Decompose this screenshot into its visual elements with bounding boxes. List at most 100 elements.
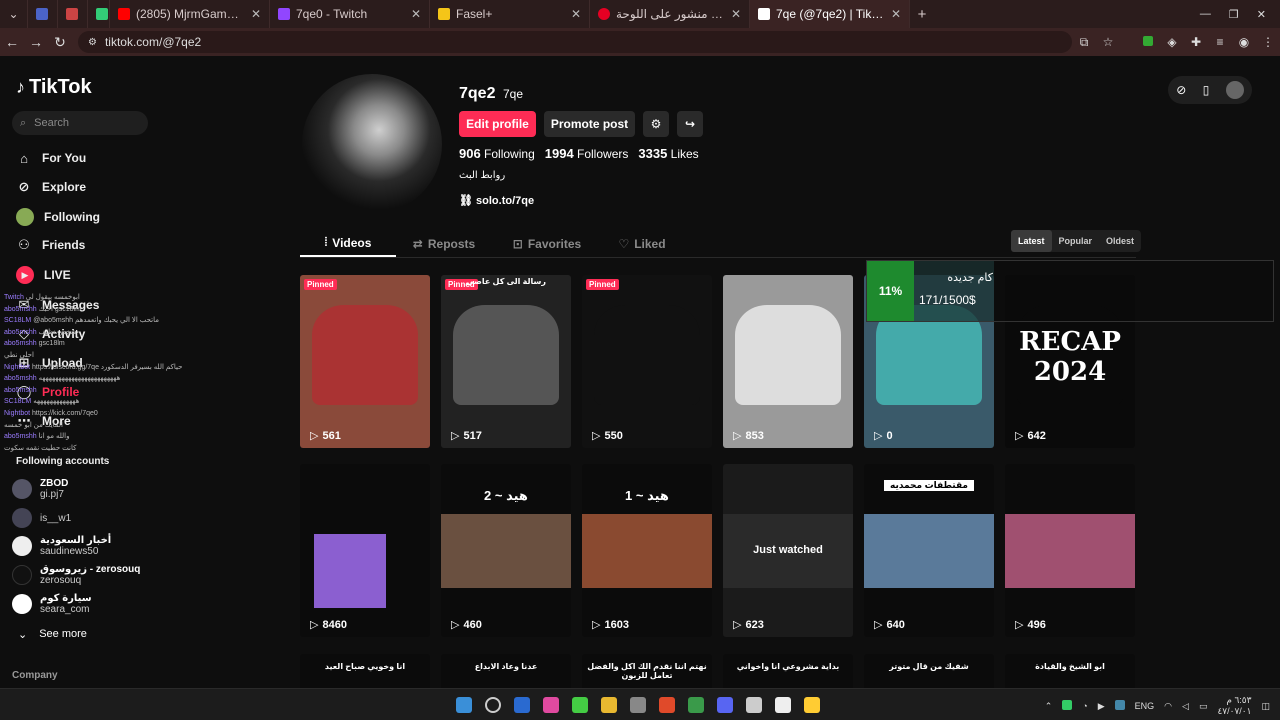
tray-app-icon[interactable]: [1062, 700, 1073, 712]
sort-popular[interactable]: Popular: [1052, 230, 1100, 252]
settings-gear-icon[interactable]: ⚙: [643, 111, 669, 137]
close-icon[interactable]: ✕: [411, 7, 421, 21]
clock[interactable]: ٦:٥٣ م ٤٧/٠٧/٠١: [1217, 695, 1251, 717]
tab-liked[interactable]: ♡ Liked: [602, 230, 682, 257]
sidebar-item-explore[interactable]: ⊘ Explore: [16, 179, 86, 195]
sidebar-item-following[interactable]: Following: [16, 208, 100, 226]
app-icon[interactable]: [572, 697, 588, 713]
menu-dots-icon[interactable]: ⋮: [1256, 35, 1280, 49]
language-indicator[interactable]: ENG: [1135, 701, 1155, 711]
tab-tiktok[interactable]: 7qe (@7qe2) | TikTok ✕: [750, 0, 910, 28]
app-icon[interactable]: [514, 697, 530, 713]
close-icon[interactable]: ✕: [571, 7, 581, 21]
following-account[interactable]: زيروسوق - zerosouq zerosouq: [12, 564, 140, 586]
cast-icon[interactable]: ⧉: [1072, 35, 1096, 50]
battery-icon[interactable]: ▭: [1199, 701, 1208, 712]
chrome-icon[interactable]: [688, 697, 704, 713]
following-stat[interactable]: 906 Following: [459, 146, 535, 161]
avatar[interactable]: [1225, 81, 1244, 99]
video-card[interactable]: انا وخويي صباح العيد: [300, 654, 430, 688]
pinned-tab[interactable]: [88, 0, 110, 28]
brave-icon[interactable]: [659, 697, 675, 713]
tab-fasel[interactable]: Fasel+ ✕: [430, 0, 590, 28]
forward-icon[interactable]: →: [24, 34, 48, 50]
app-icon[interactable]: [804, 697, 820, 713]
compass-icon[interactable]: ⊘: [1176, 83, 1186, 97]
tray-chevron-icon[interactable]: ⌃: [1045, 701, 1053, 712]
following-account[interactable]: سيارة كوم seara_com: [12, 593, 92, 615]
video-card[interactable]: هيد ~ 1 ▷ 1603: [582, 464, 712, 637]
close-window-icon[interactable]: ✕: [1257, 8, 1266, 21]
close-icon[interactable]: ✕: [731, 7, 741, 21]
video-card[interactable]: هيد ~ 2 ▷ 460: [441, 464, 571, 637]
back-icon[interactable]: ←: [0, 34, 24, 50]
minimize-icon[interactable]: —: [1200, 8, 1211, 21]
settings-icon[interactable]: [630, 697, 646, 713]
video-card[interactable]: ▷ 853: [723, 275, 853, 448]
sort-oldest[interactable]: Oldest: [1099, 230, 1141, 252]
bookmark-star-icon[interactable]: ☆: [1096, 35, 1120, 49]
sidebar-item-friends[interactable]: ⚇ Friends: [16, 237, 85, 253]
tab-reposts[interactable]: ⇄ Reposts: [396, 230, 492, 257]
tab-pinterest[interactable]: منشور على اللوحة Andrei ✕: [590, 0, 750, 28]
profile-avatar-icon[interactable]: ◉: [1232, 35, 1256, 49]
tab-twitch[interactable]: 7qe0 - Twitch ✕: [270, 0, 430, 28]
app-icon[interactable]: [775, 697, 791, 713]
video-card[interactable]: ▷ 496: [1005, 464, 1135, 637]
sort-latest[interactable]: Latest: [1011, 230, 1052, 252]
video-card[interactable]: شفيك من قال متوتر: [864, 654, 994, 688]
close-icon[interactable]: ✕: [891, 7, 901, 21]
tab-menu-button[interactable]: ⌄: [0, 0, 28, 28]
followers-stat[interactable]: 1994 Followers: [545, 146, 629, 161]
promote-post-button[interactable]: Promote post: [544, 111, 635, 137]
new-tab-button[interactable]: +: [910, 0, 934, 28]
app-icon[interactable]: [543, 697, 559, 713]
phone-icon[interactable]: ▯: [1203, 83, 1210, 97]
share-icon[interactable]: ↪: [677, 111, 703, 137]
play-icon[interactable]: ▶: [1098, 701, 1105, 712]
sidebar-item-for-you[interactable]: ⌂ For You: [16, 150, 86, 166]
tab-youtube[interactable]: (2805) MjrmGames - YouTube ✕: [110, 0, 270, 28]
discord-icon[interactable]: [717, 697, 733, 713]
video-card[interactable]: بداية مشروعي انا واخواني: [723, 654, 853, 688]
profile-link[interactable]: ⛓ solo.to/7qe: [459, 194, 534, 207]
reload-icon[interactable]: ↻: [48, 34, 72, 51]
company-link[interactable]: Company: [12, 670, 58, 681]
volume-icon[interactable]: ◁: [1182, 701, 1189, 712]
maximize-icon[interactable]: ❐: [1229, 8, 1239, 21]
extensions-puzzle-icon[interactable]: ✚: [1184, 35, 1208, 49]
reading-list-icon[interactable]: ≡: [1208, 35, 1232, 49]
profile-avatar[interactable]: [302, 74, 442, 214]
video-card[interactable]: مقتطفات محمديه ▷ 640: [864, 464, 994, 637]
file-explorer-icon[interactable]: [601, 697, 617, 713]
edit-profile-button[interactable]: Edit profile: [459, 111, 536, 137]
steam-icon[interactable]: [746, 697, 762, 713]
following-account[interactable]: ZBOD gi.pj7: [12, 478, 68, 500]
search-input[interactable]: ⌕ Search: [12, 111, 148, 135]
tab-videos[interactable]: ⦙ Videos: [300, 230, 396, 257]
video-card[interactable]: Pinned ▷ 550: [582, 275, 712, 448]
sidebar-item-live[interactable]: ▶ LIVE: [16, 266, 71, 284]
following-account[interactable]: أخبار السعودية saudinews50: [12, 535, 111, 557]
video-card[interactable]: ابو الشيخ والقيادة: [1005, 654, 1135, 688]
video-card[interactable]: Pinned ▷ 561: [300, 275, 430, 448]
video-card[interactable]: عدنا وعاد الابداع: [441, 654, 571, 688]
extension-icon[interactable]: [1136, 35, 1160, 49]
video-card[interactable]: Pinned رسالة الى كل عاصي ▷ 517: [441, 275, 571, 448]
wifi-icon[interactable]: ◠: [1164, 701, 1172, 712]
notification-icon[interactable]: ◫: [1261, 701, 1270, 712]
tiktok-logo[interactable]: ♪ TikTok: [16, 76, 92, 99]
network-icon[interactable]: ◔: [1082, 701, 1087, 711]
url-field[interactable]: ⚙ tiktok.com/@7qe2: [78, 31, 1072, 53]
following-account[interactable]: is__w1: [12, 508, 71, 528]
pinned-tab[interactable]: [58, 0, 88, 28]
see-more-button[interactable]: ⌄ See more: [18, 628, 87, 641]
close-icon[interactable]: ✕: [251, 7, 261, 21]
tray-app-icon[interactable]: [1114, 700, 1125, 712]
shield-icon[interactable]: ◈: [1160, 35, 1184, 49]
video-card[interactable]: نهتم اننا نقدم الك اكل والفضل تعامل للزب…: [582, 654, 712, 688]
search-icon[interactable]: [485, 697, 501, 713]
site-info-icon[interactable]: ⚙: [88, 37, 97, 48]
video-card[interactable]: ▷ 8460: [300, 464, 430, 637]
tab-favorites[interactable]: ⊡ Favorites: [492, 230, 602, 257]
